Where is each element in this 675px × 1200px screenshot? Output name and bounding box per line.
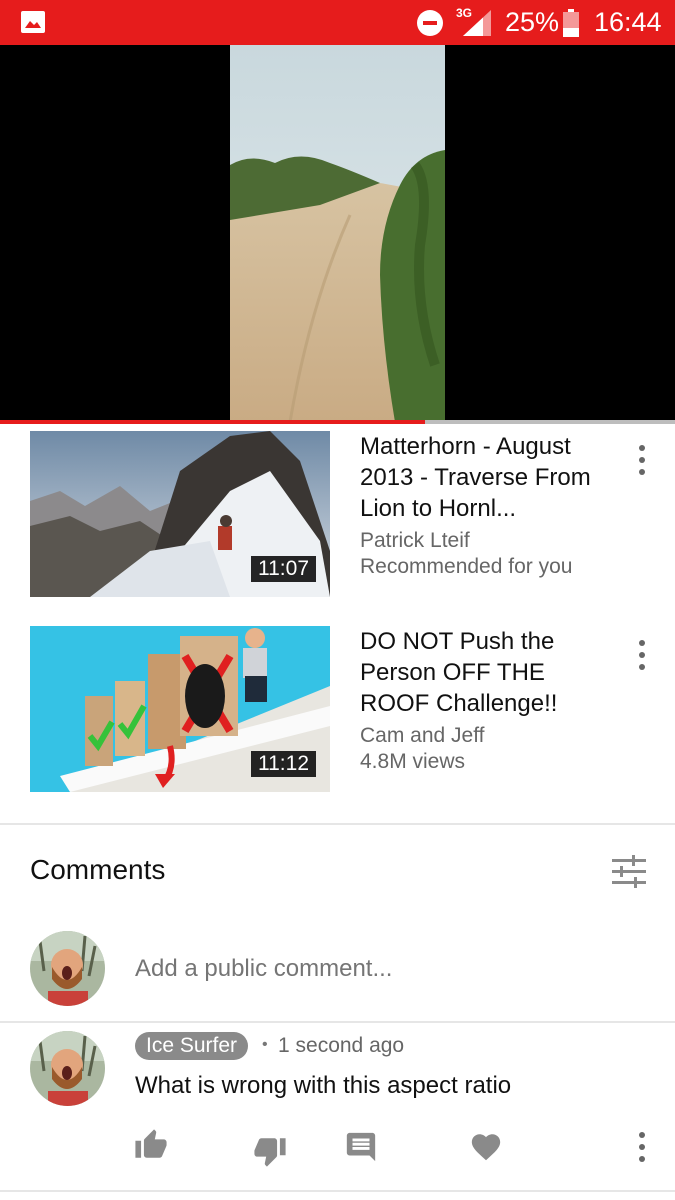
- comment-text: What is wrong with this aspect ratio: [135, 1072, 512, 1099]
- channel-name: Cam and Jeff: [360, 724, 485, 747]
- video-duration: 11:12: [251, 751, 316, 777]
- more-vertical-icon[interactable]: [630, 443, 654, 477]
- gallery-icon: [21, 11, 45, 33]
- video-thumbnail[interactable]: 11:12: [30, 626, 330, 792]
- comment-timestamp: 1 second ago: [278, 1034, 405, 1057]
- video-title[interactable]: Matterhorn - August 2013 - Traverse From…: [360, 431, 610, 524]
- video-frame: [230, 45, 445, 422]
- signal-icon: [463, 10, 491, 36]
- section-divider: [0, 1190, 675, 1192]
- add-comment-input[interactable]: [135, 955, 635, 983]
- channel-name: Patrick Lteif: [360, 529, 470, 552]
- avatar: [30, 931, 105, 1006]
- do-not-disturb-icon: [417, 10, 443, 36]
- heart-icon[interactable]: [469, 1130, 503, 1164]
- more-vertical-icon[interactable]: [630, 638, 654, 672]
- section-divider: [0, 1021, 675, 1023]
- commenter-avatar[interactable]: [30, 1031, 105, 1106]
- related-video-item[interactable]: 11:12 DO NOT Push the Person OFF THE ROO…: [0, 626, 675, 796]
- video-progress-fill: [0, 420, 426, 424]
- video-progress-bar[interactable]: [0, 420, 675, 424]
- video-duration: 11:07: [251, 556, 316, 582]
- reply-icon[interactable]: [344, 1130, 378, 1164]
- section-divider: [0, 823, 675, 825]
- video-thumbnail[interactable]: 11:07: [30, 431, 330, 597]
- video-title[interactable]: DO NOT Push the Person OFF THE ROOF Chal…: [360, 626, 610, 719]
- video-meta: 4.8M views: [360, 750, 466, 773]
- video-player[interactable]: [0, 45, 675, 422]
- sort-filter-icon[interactable]: [610, 855, 648, 889]
- related-video-item[interactable]: 11:07 Matterhorn - August 2013 - Travers…: [0, 431, 675, 601]
- more-vertical-icon[interactable]: [630, 1130, 654, 1164]
- status-bar: 3G 25% 16:44: [0, 0, 675, 45]
- battery-percent: 25%: [505, 7, 560, 37]
- thumb-down-icon[interactable]: [253, 1134, 287, 1168]
- battery-icon: [563, 9, 579, 37]
- comment-author[interactable]: Ice Surfer: [135, 1032, 249, 1060]
- separator-dot: •: [262, 1036, 268, 1053]
- video-meta: Recommended for you: [360, 555, 573, 578]
- comments-heading: Comments: [30, 854, 166, 885]
- thumb-up-icon[interactable]: [134, 1128, 168, 1162]
- clock: 16:44: [594, 7, 662, 37]
